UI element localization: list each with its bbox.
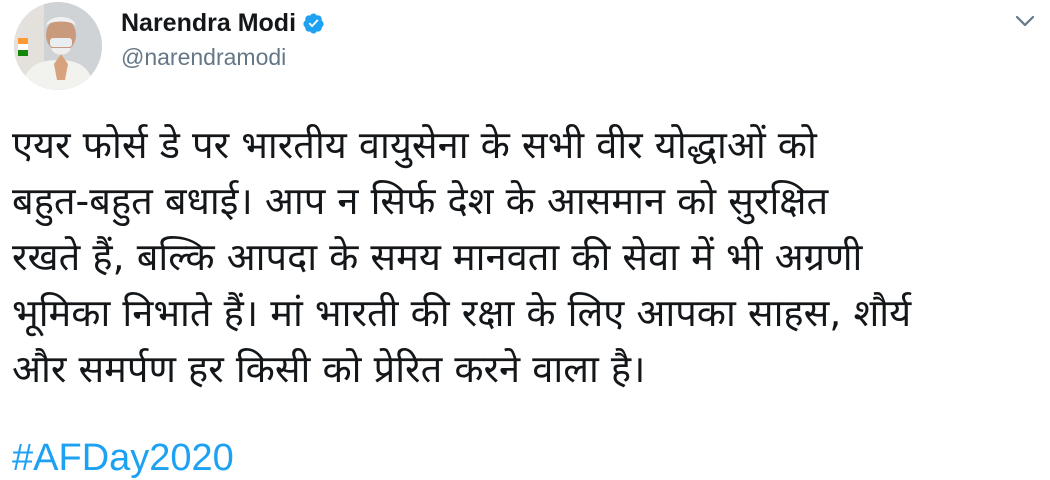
- verified-badge-icon: [302, 12, 325, 35]
- hashtag-link[interactable]: #AFDay2020: [12, 437, 234, 480]
- profile-photo-avatar: [14, 2, 102, 90]
- tweet-text-line: और समर्पण हर किसी को प्रेरित करने वाला ह…: [12, 347, 646, 391]
- tweet-text-line: बहुत-बहुत बधाई। आप न सिर्फ देश के आसमान …: [12, 179, 829, 223]
- tweet-text-line: रखते हैं, बल्कि आपदा के समय मानवता की से…: [12, 235, 863, 279]
- tweet-text-line: एयर फोर्स डे पर भारतीय वायुसेना के सभी व…: [12, 123, 817, 167]
- tweet-text-line: भूमिका निभाते हैं। मां भारती की रक्षा के…: [12, 291, 912, 335]
- avatar[interactable]: [14, 2, 102, 90]
- author-name-row: Narendra Modi: [121, 6, 325, 40]
- chevron-down-icon[interactable]: [1010, 8, 1040, 34]
- tweet-card: Narendra Modi @narendramodi एयर फोर्स डे…: [0, 0, 1050, 479]
- tweet-body: एयर फोर्स डे पर भारतीय वायुसेना के सभी व…: [12, 117, 1042, 397]
- author-display-name[interactable]: Narendra Modi: [121, 9, 296, 38]
- author-handle[interactable]: @narendramodi: [121, 44, 286, 71]
